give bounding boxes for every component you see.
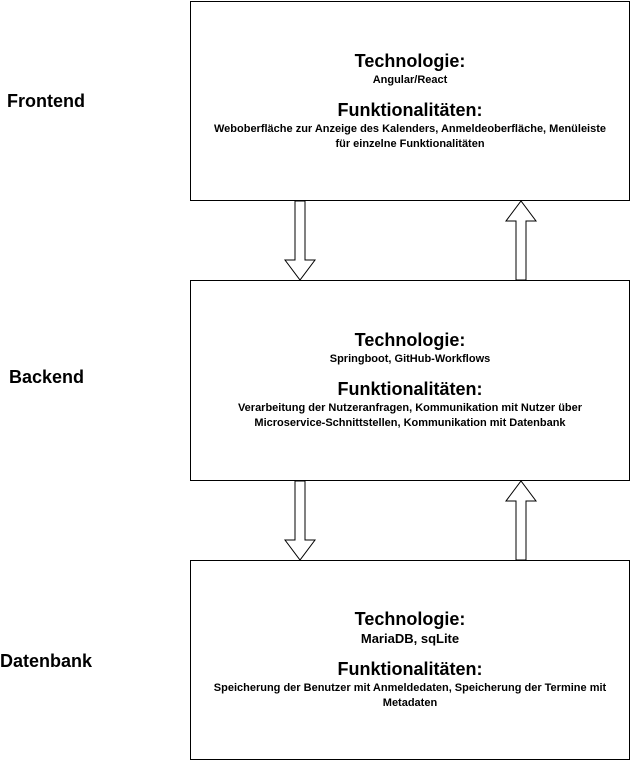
arrow-up-backend-to-frontend [505,200,537,281]
arrow-down-backend-to-datenbank [284,480,316,561]
arrow-up-datenbank-to-backend [505,480,537,561]
arrow-down-frontend-to-backend [284,200,316,281]
arrows-layer [284,200,537,561]
